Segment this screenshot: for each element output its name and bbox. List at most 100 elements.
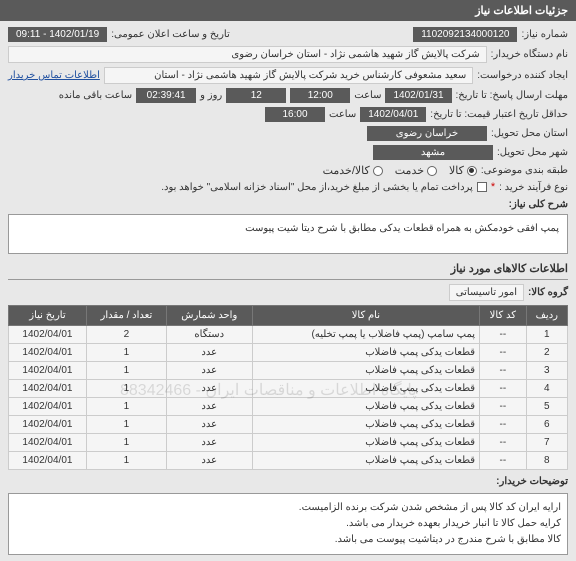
table-row: 7--قطعات یدکی پمپ فاضلابعدد11402/04/01 [9,434,568,452]
cell-row: 5 [526,398,567,416]
remain-time: 02:39:41 [136,88,196,103]
cell-row: 8 [526,452,567,470]
section-header: جزئیات اطلاعات نیاز [0,0,576,21]
purchase-type-checkbox[interactable] [477,182,487,192]
cell-date: 1402/04/01 [9,344,87,362]
radio-both-label: کالا/خدمت [323,164,370,177]
cell-qty: 1 [86,344,166,362]
validity-label: حداقل تاریخ اعتبار قیمت: تا تاریخ: [430,109,568,120]
th-row: ردیف [526,306,567,326]
cell-unit: عدد [166,452,252,470]
cell-qty: 1 [86,434,166,452]
cell-name: قطعات یدکی پمپ فاضلاب [252,380,479,398]
buyer-org-value: شرکت پالایش گاز شهید هاشمی نژاد - استان … [8,46,487,63]
days-value: 12 [226,88,286,103]
hour-label-2: ساعت [329,109,356,120]
cell-name: قطعات یدکی پمپ فاضلاب [252,362,479,380]
buyer-desc-label: توضیحات خریدار: [496,476,568,487]
cell-code: -- [480,398,527,416]
purchase-type-label: نوع فرآیند خرید : [499,182,568,193]
deadline-hour: 12:00 [290,88,350,103]
radio-icon [467,166,477,176]
cell-name: قطعات یدکی پمپ فاضلاب [252,434,479,452]
cell-code: -- [480,416,527,434]
group-value: امور تاسیساتی [449,284,524,301]
cell-name: قطعات یدکی پمپ فاضلاب [252,398,479,416]
contact-link[interactable]: اطلاعات تماس خریدار [8,70,100,81]
table-row: 6--قطعات یدکی پمپ فاضلابعدد11402/04/01 [9,416,568,434]
province-label: استان محل تحویل: [491,128,568,139]
radio-goods-label: کالا [449,164,464,177]
th-date: تاریخ نیاز [9,306,87,326]
table-row: 4--قطعات یدکی پمپ فاضلابعدد11402/04/01 [9,380,568,398]
cell-unit: دستگاه [166,326,252,344]
buyer-desc-line: ارایه ایران کد کالا پس از مشخص شدن شرکت … [15,500,561,516]
radio-both[interactable]: کالا/خدمت [323,164,383,177]
radio-service[interactable]: خدمت [395,164,437,177]
category-radio-group: کالا خدمت کالا/خدمت [323,164,477,177]
radio-icon [427,166,437,176]
validity-hour: 16:00 [265,107,325,122]
details-panel: شماره نیاز: 1102092134000120 تاریخ و ساع… [0,21,576,561]
cell-code: -- [480,380,527,398]
cell-unit: عدد [166,398,252,416]
cell-date: 1402/04/01 [9,434,87,452]
cell-unit: عدد [166,434,252,452]
deadline-date: 1402/01/31 [385,88,451,103]
cell-unit: عدد [166,344,252,362]
remain-label: ساعت باقی مانده [59,90,132,101]
buyer-desc-box: ارایه ایران کد کالا پس از مشخص شدن شرکت … [8,493,568,555]
cell-code: -- [480,434,527,452]
province-value: خراسان رضوی [367,126,487,141]
cell-date: 1402/04/01 [9,452,87,470]
th-code: کد کالا [480,306,527,326]
radio-goods[interactable]: کالا [449,164,477,177]
th-qty: تعداد / مقدار [86,306,166,326]
table-row: 8--قطعات یدکی پمپ فاضلابعدد11402/04/01 [9,452,568,470]
cell-row: 7 [526,434,567,452]
hour-label-1: ساعت [354,90,381,101]
city-label: شهر محل تحویل: [497,147,568,158]
cell-qty: 1 [86,362,166,380]
table-row: 5--قطعات یدکی پمپ فاضلابعدد11402/04/01 [9,398,568,416]
cell-row: 6 [526,416,567,434]
required-star: * [491,181,495,193]
items-table: ردیف کد کالا نام کالا واحد شمارش تعداد /… [8,305,568,470]
header-title: جزئیات اطلاعات نیاز [475,5,568,17]
purchase-type-note: پرداخت تمام یا بخشی از مبلغ خرید،از محل … [161,182,473,193]
cell-qty: 1 [86,398,166,416]
announce-value: 1402/01/19 - 09:11 [8,27,107,42]
cell-date: 1402/04/01 [9,380,87,398]
summary-label: شرح کلی نیاز: [509,199,568,210]
table-row: 2--قطعات یدکی پمپ فاضلابعدد11402/04/01 [9,344,568,362]
cell-unit: عدد [166,416,252,434]
cell-qty: 2 [86,326,166,344]
cell-date: 1402/04/01 [9,416,87,434]
days-label: روز و [200,90,222,101]
cell-unit: عدد [166,362,252,380]
cell-date: 1402/04/01 [9,398,87,416]
cell-code: -- [480,326,527,344]
cell-date: 1402/04/01 [9,362,87,380]
cell-row: 3 [526,362,567,380]
deadline-label: مهلت ارسال پاسخ: تا تاریخ: [456,90,568,101]
summary-box: پمپ افقی خودمکش به همراه قطعات یدکی مطاب… [8,214,568,254]
cell-name: قطعات یدکی پمپ فاضلاب [252,452,479,470]
radio-service-label: خدمت [395,164,424,177]
cell-row: 4 [526,380,567,398]
table-header-row: ردیف کد کالا نام کالا واحد شمارش تعداد /… [9,306,568,326]
cell-row: 1 [526,326,567,344]
requester-label: ایجاد کننده درخواست: [477,70,568,81]
cell-qty: 1 [86,416,166,434]
category-label: طبقه بندی موضوعی: [481,165,568,176]
items-section-title: اطلاعات کالاهای مورد نیاز [8,258,568,280]
buyer-desc-line: کالا مطابق با شرح مندرج در دیتاشیت پیوست… [15,532,561,548]
radio-icon [373,166,383,176]
need-no-label: شماره نیاز: [521,29,568,40]
requester-value: سعید مشعوفی کارشناس خرید شرکت پالایش گاز… [104,67,473,84]
summary-text: پمپ افقی خودمکش به همراه قطعات یدکی مطاب… [245,223,559,234]
th-name: نام کالا [252,306,479,326]
cell-name: قطعات یدکی پمپ فاضلاب [252,416,479,434]
cell-code: -- [480,362,527,380]
cell-name: قطعات یدکی پمپ فاضلاب [252,344,479,362]
